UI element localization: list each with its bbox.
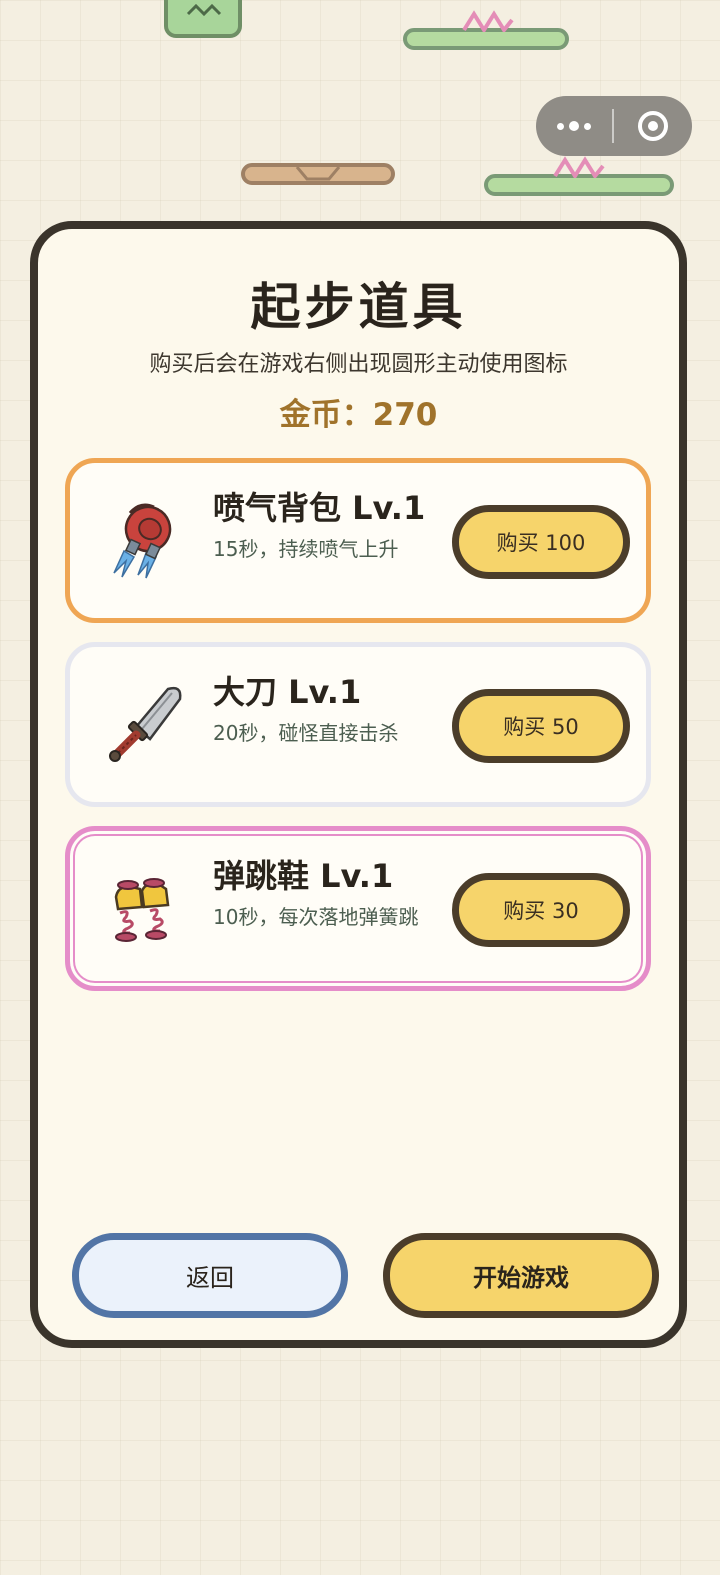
item-card-broadsword: 大刀 Lv.1 20秒，碰怪直接击杀 购买 50 [65,642,651,807]
miniprogram-capsule [536,96,692,156]
start-game-button[interactable]: 开始游戏 [383,1233,659,1318]
buy-broadsword-button[interactable]: 购买 50 [452,689,630,763]
item-description: 10秒，每次落地弹簧跳 [213,905,419,929]
item-description: 20秒，碰怪直接击杀 [213,721,399,745]
item-name: 喷气背包 Lv.1 [213,489,426,527]
starter-items-dialog: 起步道具 购买后会在游戏右侧出现圆形主动使用图标 金币：270 喷气背包 Lv.… [30,221,687,1348]
back-button[interactable]: 返回 [72,1233,348,1318]
target-circle-icon[interactable] [614,96,692,156]
dialog-title: 起步道具 [250,278,467,336]
spike-icon [553,156,605,178]
item-name: 大刀 Lv.1 [213,673,362,711]
item-name: 弹跳鞋 Lv.1 [213,857,394,895]
item-card-jetpack: 喷气背包 Lv.1 15秒，持续喷气上升 购买 100 [65,458,651,623]
jetpack-icon [113,503,172,579]
coin-balance: 金币：270 [279,397,438,433]
character-mouth-icon [186,3,222,17]
item-card-spring-shoes: 弹跳鞋 Lv.1 10秒，每次落地弹簧跳 购买 30 [65,826,651,991]
item-description: 15秒，持续喷气上升 [213,537,399,561]
buy-spring-shoes-button[interactable]: 购买 30 [452,873,630,947]
game-character [164,0,242,38]
spring-shoes-icon [114,878,170,942]
more-dots-icon[interactable] [536,96,612,156]
buy-jetpack-button[interactable]: 购买 100 [452,505,630,579]
dialog-subtitle: 购买后会在游戏右侧出现圆形主动使用图标 [149,352,568,377]
broadsword-icon [109,686,182,762]
wood-platform [241,163,395,185]
spike-icon [462,10,514,32]
